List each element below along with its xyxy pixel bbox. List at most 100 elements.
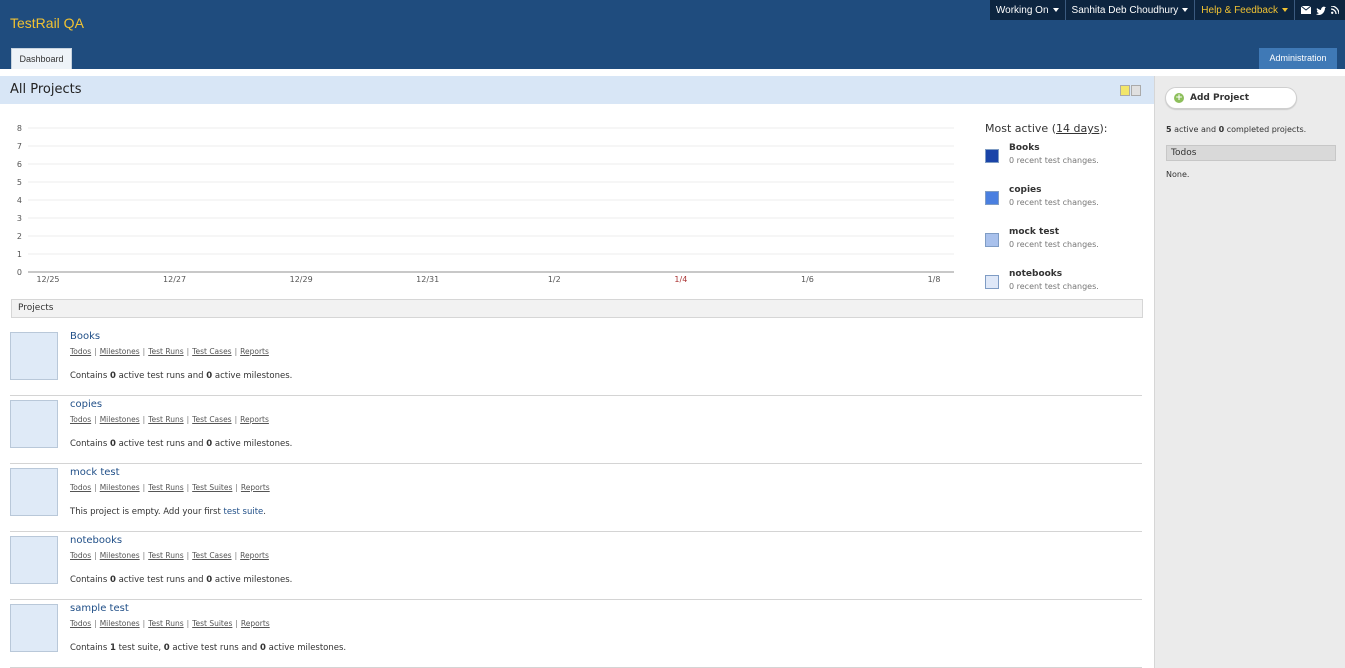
description-part: active milestones. [212, 439, 293, 449]
project-link[interactable]: Test Cases [192, 551, 231, 560]
description-part: active milestones. [212, 575, 293, 585]
add-test-suite-link[interactable]: test suite [224, 507, 264, 517]
link-separator: | [235, 619, 238, 628]
tab-administration[interactable]: Administration [1259, 48, 1337, 69]
project-link[interactable]: Milestones [100, 347, 140, 356]
project-link[interactable]: Reports [240, 551, 269, 560]
y-tick-label: 4 [17, 196, 22, 205]
link-separator: | [142, 415, 146, 424]
project-thumbnail[interactable] [10, 536, 58, 584]
link-separator: | [186, 347, 190, 356]
legend-item: copies 0 recent test changes. [985, 185, 1145, 219]
link-separator: | [234, 551, 238, 560]
project-name-link[interactable]: mock test [70, 467, 120, 478]
mail-icon[interactable] [1301, 6, 1311, 14]
tab-dashboard[interactable]: Dashboard [11, 48, 72, 69]
project-link[interactable]: Test Runs [148, 551, 183, 560]
link-separator: | [234, 415, 238, 424]
compact-view-icon[interactable] [1120, 85, 1130, 96]
legend-title-prefix: Most active ( [985, 122, 1056, 135]
legend-period-link[interactable]: 14 days [1056, 122, 1099, 135]
project-link[interactable]: Test Cases [192, 415, 231, 424]
y-tick-label: 3 [17, 214, 22, 223]
project-link[interactable]: Test Cases [192, 347, 231, 356]
description-part: active milestones. [212, 371, 293, 381]
project-link[interactable]: Milestones [100, 619, 140, 628]
project-thumbnail[interactable] [10, 400, 58, 448]
view-toggle[interactable] [1120, 85, 1142, 96]
project-name-link[interactable]: Books [70, 331, 100, 342]
description-part: Contains [70, 643, 110, 653]
project-thumbnail[interactable] [10, 604, 58, 652]
project-link[interactable]: Test Suites [192, 619, 232, 628]
project-link[interactable]: Test Suites [192, 483, 232, 492]
project-link[interactable]: Todos [70, 347, 91, 356]
app-header: TestRail QA Working On Sanhita Deb Choud… [0, 0, 1345, 69]
rss-icon[interactable] [1331, 6, 1339, 14]
app-logo[interactable]: TestRail QA [10, 15, 84, 31]
projects-summary: 5 active and 0 completed projects. [1166, 125, 1306, 134]
chart-legend: Most active (14 days): Books 0 recent tes… [985, 122, 1145, 303]
project-link[interactable]: Reports [240, 347, 269, 356]
project-link[interactable]: Milestones [100, 551, 140, 560]
link-separator: | [186, 551, 190, 560]
project-thumbnail[interactable] [10, 468, 58, 516]
description-part: Contains [70, 439, 110, 449]
top-bar: Working On Sanhita Deb Choudhury Help & … [989, 0, 1345, 20]
project-link[interactable]: Reports [241, 619, 270, 628]
legend-item-name: mock test [1009, 227, 1060, 237]
project-links: Todos | Milestones | Test Runs | Test Cases | Re… [70, 347, 269, 356]
user-menu[interactable]: Sanhita Deb Choudhury [1066, 0, 1196, 20]
help-feedback-menu[interactable]: Help & Feedback [1195, 0, 1295, 20]
description-part: active test runs and [115, 575, 207, 585]
x-tick-label: 1/4 [674, 275, 687, 284]
project-row: notebooks Todos | Milestones | Test Runs | Test… [10, 531, 1142, 600]
project-link[interactable]: Milestones [100, 483, 140, 492]
caret-down-icon [1282, 8, 1288, 12]
project-link[interactable]: Todos [70, 619, 91, 628]
legend-swatch [985, 191, 999, 205]
x-tick-label: 12/25 [36, 275, 59, 284]
legend-swatch [985, 233, 999, 247]
y-tick-label: 6 [17, 160, 22, 169]
project-row: copies Todos | Milestones | Test Runs | Test Ca… [10, 395, 1142, 464]
x-tick-label: 12/29 [290, 275, 313, 284]
link-separator: | [186, 619, 190, 628]
todos-value: None. [1166, 170, 1190, 179]
project-link[interactable]: Test Runs [148, 619, 183, 628]
legend-title: Most active (14 days): [985, 122, 1145, 135]
project-name-link[interactable]: copies [70, 399, 102, 410]
project-description: Contains 0 active test runs and 0 active… [70, 575, 292, 585]
link-separator: | [235, 483, 238, 492]
project-description: Contains 0 active test runs and 0 active… [70, 439, 292, 449]
project-link[interactable]: Todos [70, 551, 91, 560]
project-link[interactable]: Test Runs [148, 415, 183, 424]
link-separator: | [142, 347, 146, 356]
empty-text: This project is empty. Add your first [70, 507, 224, 517]
project-link[interactable]: Test Runs [148, 347, 183, 356]
twitter-icon[interactable] [1316, 6, 1326, 15]
project-link[interactable]: Todos [70, 483, 91, 492]
link-separator: | [234, 347, 238, 356]
link-separator: | [142, 551, 146, 560]
project-link[interactable]: Reports [240, 415, 269, 424]
project-link[interactable]: Reports [241, 483, 270, 492]
todos-heading: Todos [1166, 145, 1336, 161]
working-on-menu[interactable]: Working On [990, 0, 1066, 20]
description-part: Contains [70, 575, 110, 585]
project-link[interactable]: Todos [70, 415, 91, 424]
x-tick-label: 1/6 [801, 275, 814, 284]
legend-item-name: copies [1009, 185, 1042, 195]
y-tick-label: 0 [17, 268, 22, 277]
y-tick-label: 8 [17, 124, 22, 133]
project-link[interactable]: Milestones [100, 415, 140, 424]
project-link[interactable]: Test Runs [148, 483, 183, 492]
project-links: Todos | Milestones | Test Runs | Test Suites | R… [70, 619, 270, 628]
project-thumbnail[interactable] [10, 332, 58, 380]
help-label: Help & Feedback [1201, 4, 1278, 16]
project-name-link[interactable]: sample test [70, 603, 129, 614]
add-project-button[interactable]: + Add Project [1165, 87, 1297, 109]
project-name-link[interactable]: notebooks [70, 535, 122, 546]
detail-view-icon[interactable] [1131, 85, 1141, 96]
project-links: Todos | Milestones | Test Runs | Test Cases | Re… [70, 551, 269, 560]
